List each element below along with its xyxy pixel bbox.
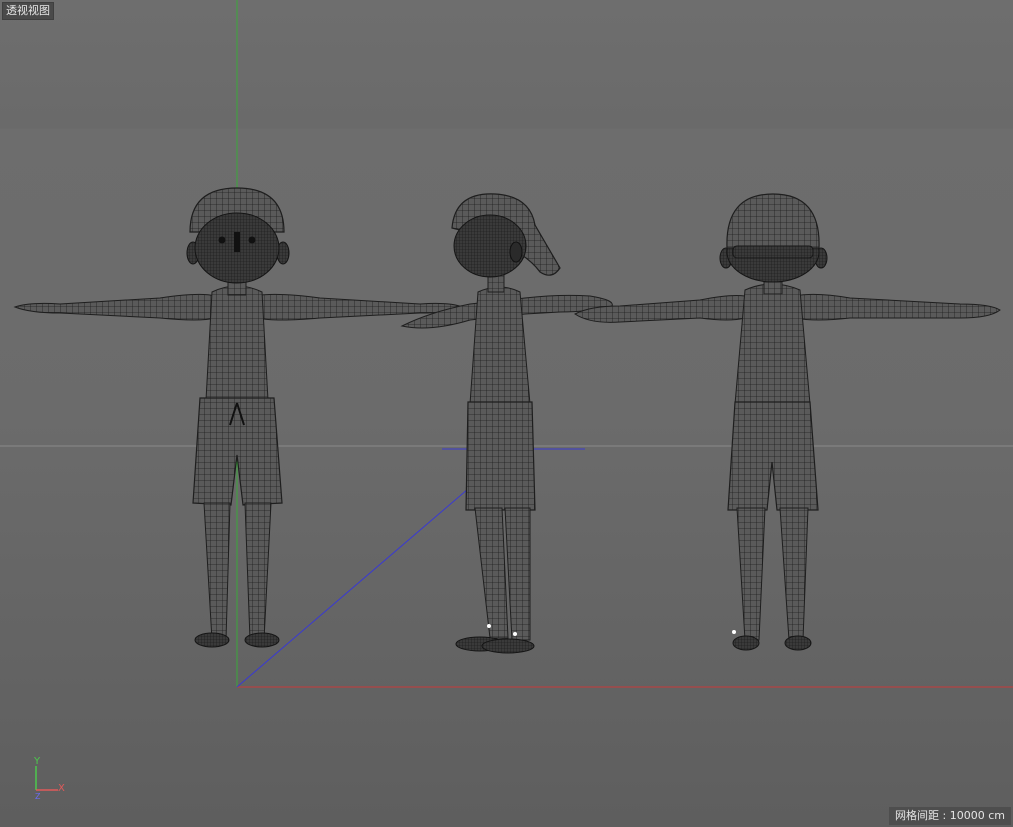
gizmo-y-label: Y: [34, 756, 41, 767]
front-left-foot: [194, 632, 230, 648]
back-vertex: [732, 630, 736, 634]
boy-front-view[interactable]: [13, 187, 464, 648]
back-cap-mesh: [726, 193, 820, 249]
gizmo-x-label: X: [58, 783, 65, 794]
z-axis-line: [236, 488, 469, 688]
back-left-leg-mesh: [736, 507, 766, 641]
boy-back-view[interactable]: [574, 193, 1001, 651]
back-left-foot: [732, 635, 760, 651]
side-vertex-a: [487, 624, 491, 628]
axis-gizmo: Y X Z: [24, 756, 74, 806]
gizmo-z-label: Z: [35, 792, 41, 801]
front-torso-mesh: [205, 285, 269, 401]
grid-spacing-readout: 网格间距 : 10000 cm: [889, 807, 1011, 825]
back-cap-strap: [732, 245, 814, 259]
side-shorts-mesh: [465, 401, 536, 511]
side-vertex-b: [513, 632, 517, 636]
front-right-eye: [248, 236, 256, 244]
back-right-leg-mesh: [779, 507, 809, 641]
boy-side-view[interactable]: [400, 193, 613, 654]
front-left-eye: [218, 236, 226, 244]
front-left-leg-mesh: [203, 502, 231, 641]
scene-canvas[interactable]: [0, 0, 1013, 827]
side-back-leg-mesh: [474, 507, 509, 639]
front-nose: [234, 232, 240, 252]
side-front-foot: [481, 638, 535, 654]
back-torso-mesh: [734, 283, 811, 405]
front-right-leg-mesh: [244, 502, 272, 641]
viewport-3d[interactable]: 透视视图 Y X Z 网格间距 : 10000 cm: [0, 0, 1013, 827]
front-right-foot: [244, 632, 280, 648]
side-ear: [509, 241, 523, 263]
back-right-foot: [784, 635, 812, 651]
viewport-label[interactable]: 透视视图: [2, 2, 54, 20]
side-front-leg-mesh: [504, 507, 531, 641]
side-torso-mesh: [469, 286, 531, 405]
back-shorts-mesh: [727, 401, 819, 511]
